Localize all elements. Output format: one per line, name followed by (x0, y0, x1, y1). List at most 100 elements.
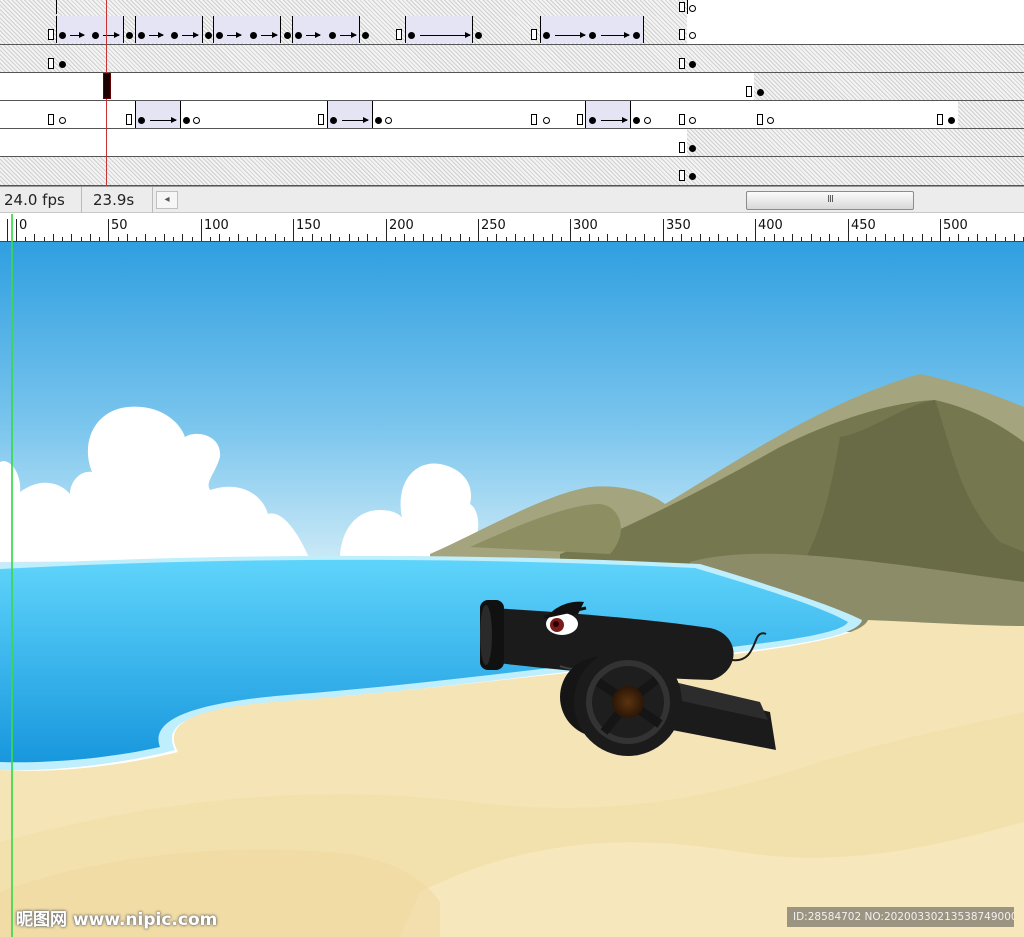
ruler-tick (838, 237, 839, 241)
filled-keyframe-icon (633, 32, 640, 39)
end-frame-icon (48, 29, 54, 40)
motion-tween-span[interactable] (56, 16, 124, 43)
ruler-tick (302, 237, 303, 241)
vertical-guide-line[interactable] (11, 214, 13, 937)
end-frame-icon (679, 114, 685, 125)
end-frame-icon (531, 29, 537, 40)
layer-row[interactable] (0, 101, 1024, 129)
ruler-tick (321, 237, 322, 241)
ruler-tick (543, 237, 544, 241)
ruler-tick (644, 234, 645, 241)
ruler-label: 300 (573, 218, 598, 233)
motion-tween-span[interactable] (405, 16, 473, 43)
ruler-tick (598, 237, 599, 241)
filled-keyframe-icon (205, 32, 212, 39)
empty-keyframe-icon (543, 117, 550, 124)
empty-keyframe-icon (644, 117, 651, 124)
motion-tween-arrow-icon (342, 117, 369, 123)
ruler-tick (691, 237, 692, 241)
filled-keyframe-icon (689, 173, 696, 180)
ruler-tick (958, 234, 959, 241)
ruler-tick (783, 237, 784, 241)
ruler-tick (570, 219, 571, 241)
ruler-tick (25, 237, 26, 241)
ruler-tick (487, 237, 488, 241)
ruler-origin-tick (7, 219, 8, 241)
ruler-tick (857, 237, 858, 241)
ruler-tick (469, 237, 470, 241)
ruler-tick (848, 219, 849, 241)
layer-row[interactable] (0, 45, 1024, 73)
end-frame-icon (757, 114, 763, 125)
ruler-tick (894, 237, 895, 241)
scroll-left-button[interactable]: ◂ (156, 191, 178, 209)
ruler-tick (533, 234, 534, 241)
filled-keyframe-icon (633, 117, 640, 124)
layer-row[interactable] (0, 73, 1024, 101)
ruler-tick (931, 237, 932, 241)
empty-keyframe-icon (689, 32, 696, 39)
filled-keyframe-icon (295, 32, 302, 39)
ruler-label: 350 (666, 218, 691, 233)
empty-keyframe-icon (59, 117, 66, 124)
filled-keyframe-icon (126, 32, 133, 39)
motion-tween-arrow-icon (555, 32, 586, 38)
ruler-tick (755, 219, 756, 241)
motion-tween-span[interactable] (213, 16, 281, 43)
frame-rate-readout[interactable]: 24.0 fps (0, 187, 82, 213)
ruler-tick (811, 234, 812, 241)
ruler-tick (995, 234, 996, 241)
ruler-tick (53, 234, 54, 241)
filled-keyframe-icon (375, 117, 382, 124)
horizontal-scrollbar-thumb[interactable]: III (746, 191, 914, 210)
filled-keyframe-icon (543, 32, 550, 39)
ruler-tick (118, 237, 119, 241)
ruler-tick (801, 237, 802, 241)
filled-keyframe-icon (589, 117, 596, 124)
ruler-tick (709, 237, 710, 241)
current-frame-marker[interactable] (103, 73, 111, 99)
ruler-tick (654, 237, 655, 241)
motion-tween-arrow-icon (340, 32, 357, 38)
ruler-tick (386, 219, 387, 241)
layer-row[interactable] (0, 129, 1024, 157)
filled-keyframe-icon (475, 32, 482, 39)
ruler-tick (432, 237, 433, 241)
ruler-tick (968, 237, 969, 241)
timeline-panel[interactable] (0, 0, 1024, 186)
end-frame-icon (679, 58, 685, 69)
ruler-tick (552, 234, 553, 241)
ruler-tick (229, 237, 230, 241)
ruler-tick (90, 234, 91, 241)
ruler-tick (1014, 234, 1015, 241)
ruler-tick (589, 234, 590, 241)
filled-keyframe-icon (408, 32, 415, 39)
ruler-tick (376, 237, 377, 241)
ruler-tick (700, 234, 701, 241)
end-frame-icon (48, 114, 54, 125)
ruler-tick (81, 237, 82, 241)
ruler-label: 150 (296, 218, 321, 233)
motion-tween-span[interactable] (292, 16, 360, 43)
stage-canvas[interactable] (0, 242, 1024, 937)
empty-keyframe-icon (767, 117, 774, 124)
end-frame-icon (396, 29, 402, 40)
motion-tween-span[interactable] (135, 16, 203, 43)
ruler-tick (247, 237, 248, 241)
end-frame-icon (531, 114, 537, 125)
ruler-tick (238, 234, 239, 241)
end-frame-icon (937, 114, 943, 125)
ruler-tick (275, 234, 276, 241)
ruler-tick (718, 234, 719, 241)
ruler-tick (903, 234, 904, 241)
ruler-label: 250 (481, 218, 506, 233)
end-frame-icon (679, 170, 685, 181)
filled-keyframe-icon (330, 117, 337, 124)
layer-row[interactable] (0, 16, 1024, 45)
ruler-tick (737, 234, 738, 241)
filled-keyframe-icon (689, 61, 696, 68)
end-frame-icon (679, 29, 685, 40)
ruler-tick (515, 234, 516, 241)
ruler-tick (460, 234, 461, 241)
layer-row[interactable] (0, 157, 1024, 186)
